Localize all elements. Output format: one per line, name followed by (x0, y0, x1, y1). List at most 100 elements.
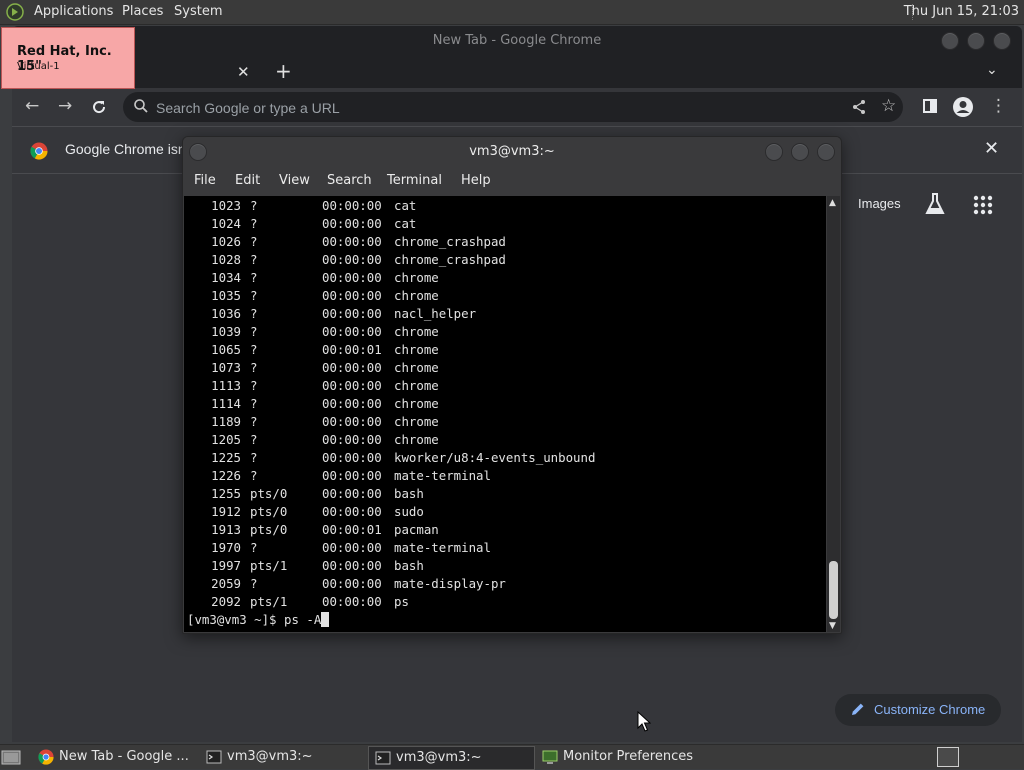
terminal-window: vm3@vm3:~ File Edit View Search Terminal… (182, 136, 842, 634)
close-button[interactable] (993, 32, 1011, 50)
reload-icon[interactable] (91, 99, 107, 115)
process-time: 00:00:00 (322, 468, 382, 483)
places-menu[interactable]: Places (122, 4, 163, 19)
terminal-titlebar[interactable]: vm3@vm3:~ (183, 137, 841, 166)
process-command: kworker/u8:4-events_unbound (394, 450, 596, 465)
terminal-icon (375, 751, 391, 765)
taskbar-label: Monitor Preferences (563, 749, 694, 764)
process-time: 00:00:00 (322, 414, 382, 429)
prompt-line: [vm3@vm3 ~]$ ps -A (187, 612, 330, 627)
menu-view[interactable]: View (279, 173, 310, 188)
side-panel-icon[interactable] (923, 99, 937, 113)
process-pid: 1255 (211, 486, 241, 501)
taskbar-item-terminal-2[interactable]: vm3@vm3:~ (368, 746, 535, 770)
process-tty: ? (250, 342, 258, 357)
process-command: chrome (394, 432, 439, 447)
process-pid: 1997 (211, 558, 241, 573)
process-tty: ? (250, 270, 258, 285)
chrome-titlebar[interactable]: New Tab - Google Chrome (12, 26, 1022, 56)
images-link[interactable]: Images (858, 196, 901, 211)
terminal-minimize-button[interactable] (765, 143, 783, 161)
process-command: mate-terminal (394, 468, 491, 483)
process-tty: ? (250, 288, 258, 303)
customize-chrome-button[interactable]: Customize Chrome (835, 694, 1001, 726)
process-time: 00:00:00 (322, 270, 382, 285)
process-time: 00:00:00 (322, 396, 382, 411)
process-command: chrome (394, 288, 439, 303)
menu-edit[interactable]: Edit (235, 173, 260, 188)
process-tty: ? (250, 234, 258, 249)
applications-menu[interactable]: Applications (34, 4, 113, 19)
process-time: 00:00:00 (322, 594, 382, 609)
terminal-scrollbar[interactable]: ▲ ▼ (827, 196, 840, 632)
minimize-button[interactable] (941, 32, 959, 50)
menu-help[interactable]: Help (461, 173, 491, 188)
scroll-down-arrow-icon[interactable]: ▼ (829, 621, 836, 631)
system-menu[interactable]: System (174, 4, 222, 19)
tab-close-icon[interactable]: ✕ (237, 63, 250, 81)
process-tty: ? (250, 252, 258, 267)
terminal-maximize-button[interactable] (791, 143, 809, 161)
mate-logo-icon[interactable] (6, 3, 24, 21)
omnibox[interactable] (123, 92, 903, 122)
scrollbar-thumb[interactable] (829, 561, 838, 619)
terminal-close-button[interactable] (817, 143, 835, 161)
process-pid: 1028 (211, 252, 241, 267)
prompt: [vm3@vm3 ~]$ (187, 612, 284, 627)
menu-file[interactable]: File (194, 173, 216, 188)
process-tty: pts/1 (250, 594, 288, 609)
menu-terminal[interactable]: Terminal (387, 173, 442, 188)
process-time: 00:00:00 (322, 306, 382, 321)
process-pid: 1073 (211, 360, 241, 375)
process-command: chrome (394, 378, 439, 393)
terminal-menubar: File Edit View Search Terminal Help (183, 167, 841, 195)
profile-avatar-icon[interactable] (952, 96, 974, 118)
menu-search[interactable]: Search (327, 173, 372, 188)
process-tty: ? (250, 468, 258, 483)
process-pid: 1035 (211, 288, 241, 303)
process-command: chrome_crashpad (394, 234, 506, 249)
workspace-switcher[interactable] (937, 747, 959, 767)
process-pid: 1205 (211, 432, 241, 447)
process-pid: 1225 (211, 450, 241, 465)
maximize-button[interactable] (967, 32, 985, 50)
share-icon[interactable] (851, 99, 867, 115)
taskbar-item-terminal-1[interactable]: vm3@vm3:~ (200, 746, 365, 768)
new-tab-icon[interactable]: + (275, 59, 292, 83)
process-tty: ? (250, 576, 258, 591)
process-command: pacman (394, 522, 439, 537)
taskbar-item-chrome[interactable]: New Tab - Google ... (32, 746, 197, 768)
google-apps-grid-icon[interactable] (972, 194, 994, 216)
bookmark-star-icon[interactable]: ☆ (881, 96, 896, 116)
infobar-text: Google Chrome isn (65, 141, 186, 157)
back-arrow-icon[interactable]: ← (25, 96, 39, 116)
taskbar-label: New Tab - Google ... (59, 749, 189, 764)
labs-flask-icon[interactable] (924, 192, 946, 216)
process-command: chrome (394, 270, 439, 285)
process-time: 00:00:00 (322, 540, 382, 555)
clock[interactable]: Thu Jun 15, 21:03 (904, 4, 1019, 19)
show-desktop-icon[interactable] (0, 747, 22, 767)
terminal-output[interactable]: 2092 pts/1 00:00:00 ps 2059? 00:00:00 mate-dis… (184, 196, 826, 632)
scroll-up-arrow-icon[interactable]: ▲ (829, 198, 836, 208)
process-tty: pts/0 (250, 522, 288, 537)
process-command: cat (394, 216, 417, 231)
terminal-title: vm3@vm3:~ (469, 144, 555, 159)
process-pid: 1113 (211, 378, 241, 393)
taskbar-label: vm3@vm3:~ (227, 749, 313, 764)
monitor-connector: Virtual-1 (17, 61, 60, 72)
process-command: nacl_helper (394, 306, 477, 321)
process-command: chrome (394, 342, 439, 357)
kebab-menu-icon[interactable]: ⋮ (990, 96, 1007, 116)
tab-search-chevron-down-icon[interactable]: ⌄ (986, 62, 998, 78)
search-input[interactable] (154, 96, 818, 120)
process-pid: 1226 (211, 468, 241, 483)
process-time: 00:00:00 (322, 450, 382, 465)
process-tty: ? (250, 432, 258, 447)
forward-arrow-icon[interactable]: → (58, 96, 72, 116)
process-command: chrome (394, 324, 439, 339)
taskbar-item-monitor-preferences[interactable]: Monitor Preferences (536, 746, 716, 768)
process-time: 00:00:00 (322, 576, 382, 591)
process-time: 00:00:00 (322, 324, 382, 339)
infobar-close-icon[interactable]: ✕ (984, 138, 999, 159)
